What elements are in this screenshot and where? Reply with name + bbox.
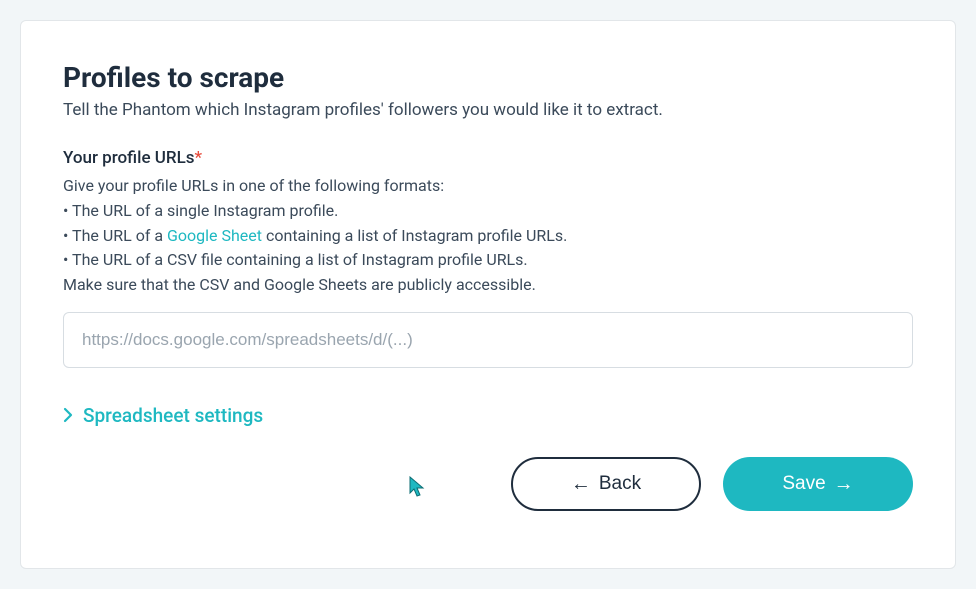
bullet2-prefix: • The URL of a bbox=[63, 226, 167, 245]
page-subtitle: Tell the Phantom which Instagram profile… bbox=[63, 100, 913, 120]
field-bullet-3: • The URL of a CSV file containing a lis… bbox=[63, 248, 913, 273]
arrow-left-icon: ← bbox=[571, 474, 591, 494]
spreadsheet-settings-toggle[interactable]: Spreadsheet settings bbox=[63, 404, 913, 427]
accordion-label: Spreadsheet settings bbox=[83, 404, 263, 427]
bullet2-suffix: containing a list of Instagram profile U… bbox=[262, 226, 567, 245]
back-button-label: Back bbox=[599, 473, 641, 495]
arrow-right-icon: → bbox=[834, 474, 854, 494]
back-button[interactable]: ← Back bbox=[511, 457, 701, 511]
field-bullet-2: • The URL of a Google Sheet containing a… bbox=[63, 224, 913, 249]
field-desc-footer: Make sure that the CSV and Google Sheets… bbox=[63, 273, 913, 298]
chevron-right-icon bbox=[63, 407, 73, 423]
save-button-label: Save bbox=[782, 473, 825, 495]
field-desc-intro: Give your profile URLs in one of the fol… bbox=[63, 174, 913, 199]
profile-urls-input[interactable] bbox=[63, 312, 913, 368]
google-sheet-link[interactable]: Google Sheet bbox=[167, 226, 262, 245]
field-bullet-1: • The URL of a single Instagram profile. bbox=[63, 199, 913, 224]
page-title: Profiles to scrape bbox=[63, 61, 913, 94]
field-label-text: Your profile URLs bbox=[63, 148, 195, 168]
save-button[interactable]: Save → bbox=[723, 457, 913, 511]
required-asterisk: * bbox=[195, 148, 203, 168]
config-card: Profiles to scrape Tell the Phantom whic… bbox=[20, 20, 956, 569]
button-row: ← Back Save → bbox=[63, 457, 913, 511]
field-label: Your profile URLs* bbox=[63, 148, 913, 168]
